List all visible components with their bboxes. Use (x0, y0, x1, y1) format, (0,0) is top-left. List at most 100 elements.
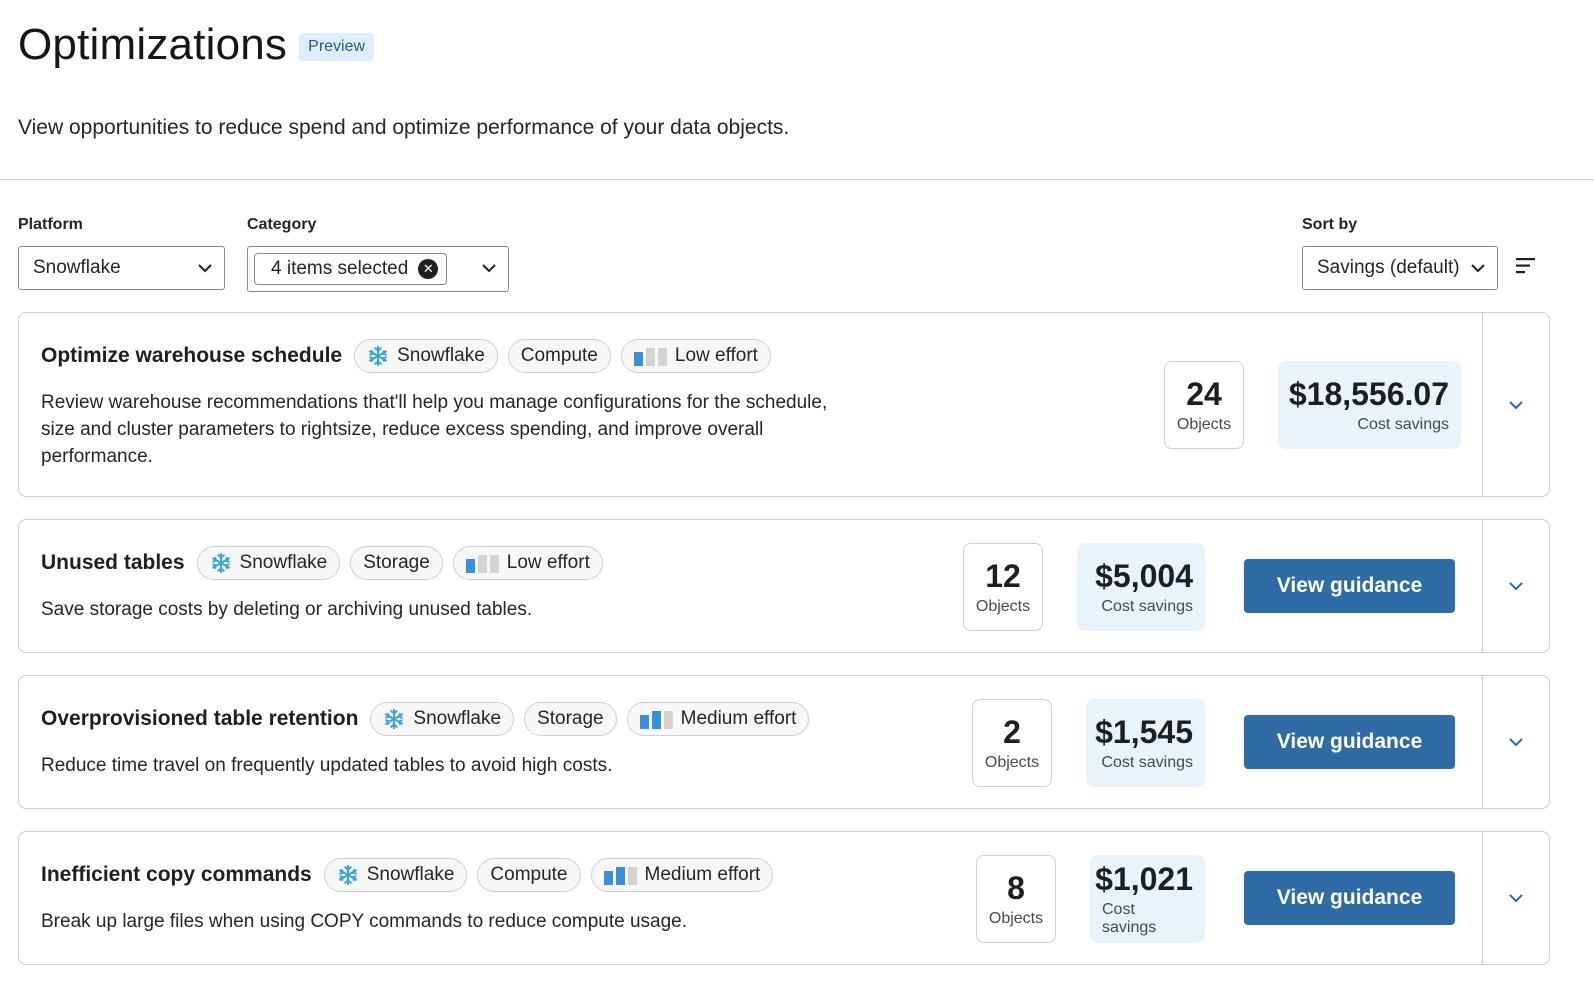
platform-tag-label: Snowflake (413, 708, 502, 729)
chevron-down-icon (198, 264, 212, 273)
page-header: Optimizations Preview View opportunities… (0, 0, 1594, 180)
chevron-down-icon (1509, 400, 1523, 409)
expand-toggle[interactable] (1482, 832, 1549, 964)
objects-label: Objects (988, 910, 1044, 927)
effort-level-icon (603, 865, 637, 885)
card-header: Inefficient copy commands Snowflake Comp… (41, 858, 774, 892)
savings-stat: $5,004 Cost savings (1077, 543, 1205, 631)
chevron-down-icon (1471, 264, 1485, 273)
savings-amount: $18,556.07 (1288, 376, 1449, 412)
savings-stat: $1,545 Cost savings (1086, 699, 1205, 787)
card-description-line: performance. (41, 446, 153, 467)
savings-stat: $1,021 Cost savings (1090, 855, 1205, 943)
optimization-card: Optimize warehouse schedule Snowflake Co… (18, 312, 1550, 497)
category-label: Category (247, 216, 317, 233)
card-description: Save storage costs by deleting or archiv… (41, 596, 532, 623)
sort-order-icon[interactable] (1515, 256, 1537, 276)
optimization-card: Inefficient copy commands Snowflake Comp… (18, 831, 1550, 965)
platform-tag: Snowflake (354, 339, 498, 373)
page-title: Optimizations (18, 20, 288, 69)
snowflake-icon (369, 345, 388, 367)
platform-tag-label: Snowflake (239, 552, 328, 573)
snowflake-icon (338, 864, 357, 886)
savings-stat: $18,556.07 Cost savings (1278, 361, 1461, 449)
card-header: Optimize warehouse schedule Snowflake Co… (41, 339, 771, 373)
chevron-down-icon (1509, 582, 1523, 591)
title-row: Optimizations Preview (18, 18, 1576, 72)
category-tag: Storage (524, 702, 617, 736)
view-guidance-button[interactable]: View guidance (1244, 559, 1455, 613)
savings-label: Cost savings (1102, 901, 1157, 936)
platform-label: Platform (18, 216, 83, 233)
optimization-card: Unused tables Snowflake Storage Low effo… (18, 519, 1550, 653)
card-title: Unused tables (41, 551, 185, 574)
category-selection-chip: 4 items selected ✕ (254, 253, 448, 285)
objects-count: 2 (1003, 714, 1021, 750)
platform-tag: Snowflake (323, 858, 468, 892)
objects-count: 24 (1186, 376, 1222, 412)
view-guidance-button[interactable]: View guidance (1244, 871, 1455, 925)
objects-stat: 2 Objects (972, 699, 1052, 787)
effort-tag-label: Medium effort (680, 708, 797, 729)
card-header: Overprovisioned table retention Snowflak… (41, 702, 810, 736)
sort-label: Sort by (1302, 216, 1358, 233)
sort-select[interactable]: Savings (default) (1302, 246, 1498, 290)
card-header: Unused tables Snowflake Storage Low effo… (41, 546, 603, 580)
savings-amount: $1,021 (1095, 861, 1193, 897)
page-subtitle: View opportunities to reduce spend and o… (18, 116, 790, 139)
effort-tag: Low effort (452, 546, 603, 580)
preview-badge: Preview (299, 33, 375, 61)
objects-label: Objects (984, 754, 1040, 771)
platform-tag-label: Snowflake (397, 345, 485, 366)
objects-label: Objects (975, 598, 1031, 615)
effort-tag: Low effort (620, 339, 771, 373)
card-description-line: Break up large files when using COPY com… (41, 911, 687, 932)
card-description-line: Save storage costs by deleting or archiv… (41, 599, 533, 620)
effort-tag: Medium effort (590, 858, 774, 892)
card-description-line: Review warehouse recommendations that'll… (41, 392, 828, 413)
objects-count: 12 (985, 558, 1021, 594)
expand-toggle[interactable] (1482, 313, 1549, 496)
platform-select[interactable]: Snowflake (18, 246, 225, 290)
card-title: Optimize warehouse schedule (41, 344, 343, 367)
effort-tag-label: Medium effort (644, 864, 761, 885)
chevron-down-icon (1509, 894, 1523, 903)
card-description: Review warehouse recommendations that'll… (41, 389, 827, 470)
objects-stat: 24 Objects (1164, 361, 1244, 449)
objects-count: 8 (1007, 870, 1025, 906)
expand-toggle[interactable] (1482, 520, 1549, 652)
category-tag: Storage (350, 546, 443, 580)
expand-toggle[interactable] (1482, 676, 1549, 808)
platform-select-value: Snowflake (33, 257, 121, 278)
card-description-line: Reduce time travel on frequently updated… (41, 755, 613, 776)
view-guidance-button[interactable]: View guidance (1244, 715, 1455, 769)
objects-stat: 12 Objects (963, 543, 1043, 631)
effort-tag: Medium effort (626, 702, 810, 736)
card-title: Inefficient copy commands (41, 863, 312, 886)
card-title: Overprovisioned table retention (41, 707, 359, 730)
category-select-value: 4 items selected (271, 258, 409, 279)
objects-label: Objects (1176, 416, 1232, 433)
effort-tag-label: Low effort (674, 345, 758, 366)
chevron-down-icon (482, 264, 496, 273)
clear-selection-icon[interactable]: ✕ (418, 259, 439, 279)
category-tag: Compute (507, 339, 611, 373)
effort-level-icon (639, 709, 673, 729)
savings-label: Cost savings (1357, 416, 1449, 433)
platform-tag: Snowflake (370, 702, 515, 736)
snowflake-icon (211, 552, 230, 574)
platform-tag: Snowflake (196, 546, 341, 580)
snowflake-icon (385, 708, 404, 730)
platform-tag-label: Snowflake (366, 864, 455, 885)
effort-level-icon (633, 346, 667, 366)
card-description: Break up large files when using COPY com… (41, 908, 687, 935)
effort-tag-label: Low effort (506, 552, 590, 573)
card-description: Reduce time travel on frequently updated… (41, 752, 612, 779)
effort-level-icon (465, 553, 499, 573)
sort-select-value: Savings (default) (1317, 257, 1460, 278)
optimization-card: Overprovisioned table retention Snowflak… (18, 675, 1550, 809)
savings-amount: $1,545 (1095, 714, 1193, 750)
savings-label: Cost savings (1101, 598, 1193, 615)
category-select[interactable]: 4 items selected ✕ (247, 246, 509, 292)
category-tag: Compute (477, 858, 581, 892)
